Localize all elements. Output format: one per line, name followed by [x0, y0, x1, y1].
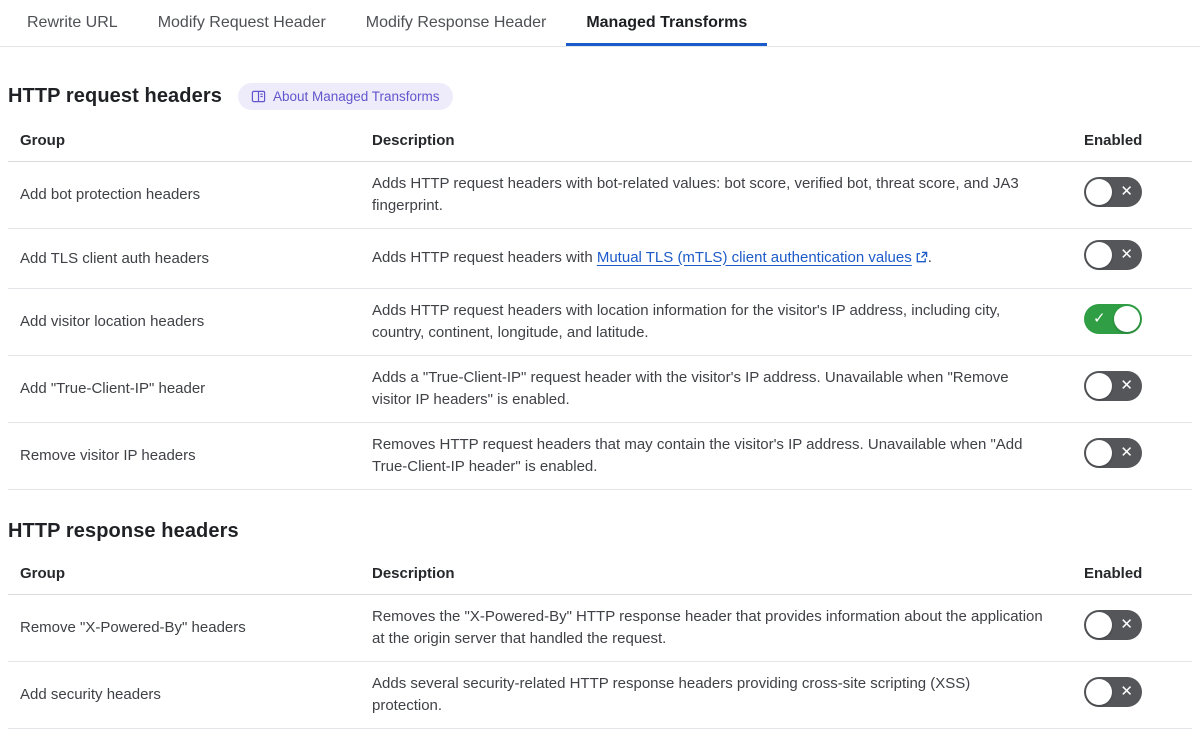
tab-bar: Rewrite URL Modify Request Header Modify… [0, 0, 1200, 47]
badge-label: About Managed Transforms [272, 89, 440, 104]
group-cell: Add "True-Client-IP" header [8, 355, 360, 423]
table-row: Add security headers Adds several securi… [8, 661, 1192, 729]
column-header-description: Description [360, 555, 1072, 595]
description-cell: Removes HTTP request headers that may co… [360, 422, 1072, 490]
description-cell: Adds HTTP request headers with location … [360, 288, 1072, 356]
group-cell: Remove visitor IP headers [8, 422, 360, 490]
x-icon: ✕ [1120, 376, 1133, 394]
group-cell: Remove "X-Powered-By" headers [8, 594, 360, 662]
tab-managed-transforms[interactable]: Managed Transforms [566, 0, 767, 46]
toggle-knob [1086, 178, 1112, 205]
check-icon: ✓ [1093, 309, 1106, 327]
managed-transforms-panel: HTTP request headers About Managed Trans… [0, 83, 1200, 729]
table-row: Remove "X-Powered-By" headers Removes th… [8, 594, 1192, 662]
toggle-knob [1086, 242, 1112, 268]
x-icon: ✕ [1120, 182, 1133, 200]
external-link-icon [915, 249, 928, 271]
description-cell: Removes the "X-Powered-By" HTTP response… [360, 594, 1072, 662]
description-text: . [927, 248, 932, 266]
toggle-bot-protection-headers[interactable]: ✓ ✕ [1084, 176, 1142, 207]
request-headers-title: HTTP request headers [8, 85, 222, 107]
toggle-knob [1086, 611, 1112, 638]
toggle-add-security-headers[interactable]: ✓ ✕ [1084, 676, 1142, 707]
toggle-visitor-location-headers[interactable]: ✓ ✕ [1084, 303, 1142, 334]
group-cell: Add security headers [8, 661, 360, 729]
tab-modify-request-header[interactable]: Modify Request Header [138, 0, 346, 46]
table-row: Remove visitor IP headers Removes HTTP r… [8, 422, 1192, 490]
description-cell: Adds HTTP request headers with Mutual TL… [360, 228, 1072, 289]
column-header-enabled: Enabled [1072, 555, 1192, 595]
column-header-description: Description [360, 122, 1072, 162]
x-icon: ✕ [1120, 246, 1133, 263]
toggle-true-client-ip-header[interactable]: ✓ ✕ [1084, 370, 1142, 401]
response-headers-table: Group Description Enabled Remove "X-Powe… [8, 555, 1192, 729]
description-cell: Adds several security-related HTTP respo… [360, 661, 1072, 729]
table-row: Add visitor location headers Adds HTTP r… [8, 288, 1192, 356]
response-headers-title: HTTP response headers [8, 520, 239, 542]
toggle-remove-x-powered-by-headers[interactable]: ✓ ✕ [1084, 609, 1142, 640]
mtls-docs-link[interactable]: Mutual TLS (mTLS) client authentication … [597, 249, 912, 266]
toggle-knob [1086, 372, 1112, 399]
toggle-remove-visitor-ip-headers[interactable]: ✓ ✕ [1084, 437, 1142, 468]
group-cell: Add TLS client auth headers [8, 228, 360, 289]
tab-modify-response-header[interactable]: Modify Response Header [346, 0, 567, 46]
toggle-knob [1086, 439, 1112, 466]
group-cell: Add bot protection headers [8, 161, 360, 229]
description-cell: Adds a "True-Client-IP" request header w… [360, 355, 1072, 423]
book-icon [251, 89, 266, 104]
x-icon: ✕ [1120, 615, 1133, 633]
table-row: Add TLS client auth headers Adds HTTP re… [8, 228, 1192, 289]
toggle-knob [1114, 305, 1140, 332]
description-cell: Adds HTTP request headers with bot-relat… [360, 161, 1072, 229]
x-icon: ✕ [1120, 682, 1133, 700]
toggle-knob [1086, 678, 1112, 705]
table-row: Add bot protection headers Adds HTTP req… [8, 161, 1192, 229]
tab-rewrite-url[interactable]: Rewrite URL [7, 0, 138, 46]
about-managed-transforms-link[interactable]: About Managed Transforms [237, 83, 453, 110]
x-icon: ✕ [1120, 443, 1133, 461]
table-row: Add "True-Client-IP" header Adds a "True… [8, 355, 1192, 423]
column-header-group: Group [8, 122, 360, 162]
request-headers-table: Group Description Enabled Add bot protec… [8, 122, 1192, 490]
group-cell: Add visitor location headers [8, 288, 360, 356]
column-header-group: Group [8, 555, 360, 595]
description-text: Adds HTTP request headers with [372, 248, 597, 266]
toggle-tls-client-auth-headers[interactable]: ✓ ✕ [1084, 240, 1142, 270]
column-header-enabled: Enabled [1072, 122, 1192, 162]
